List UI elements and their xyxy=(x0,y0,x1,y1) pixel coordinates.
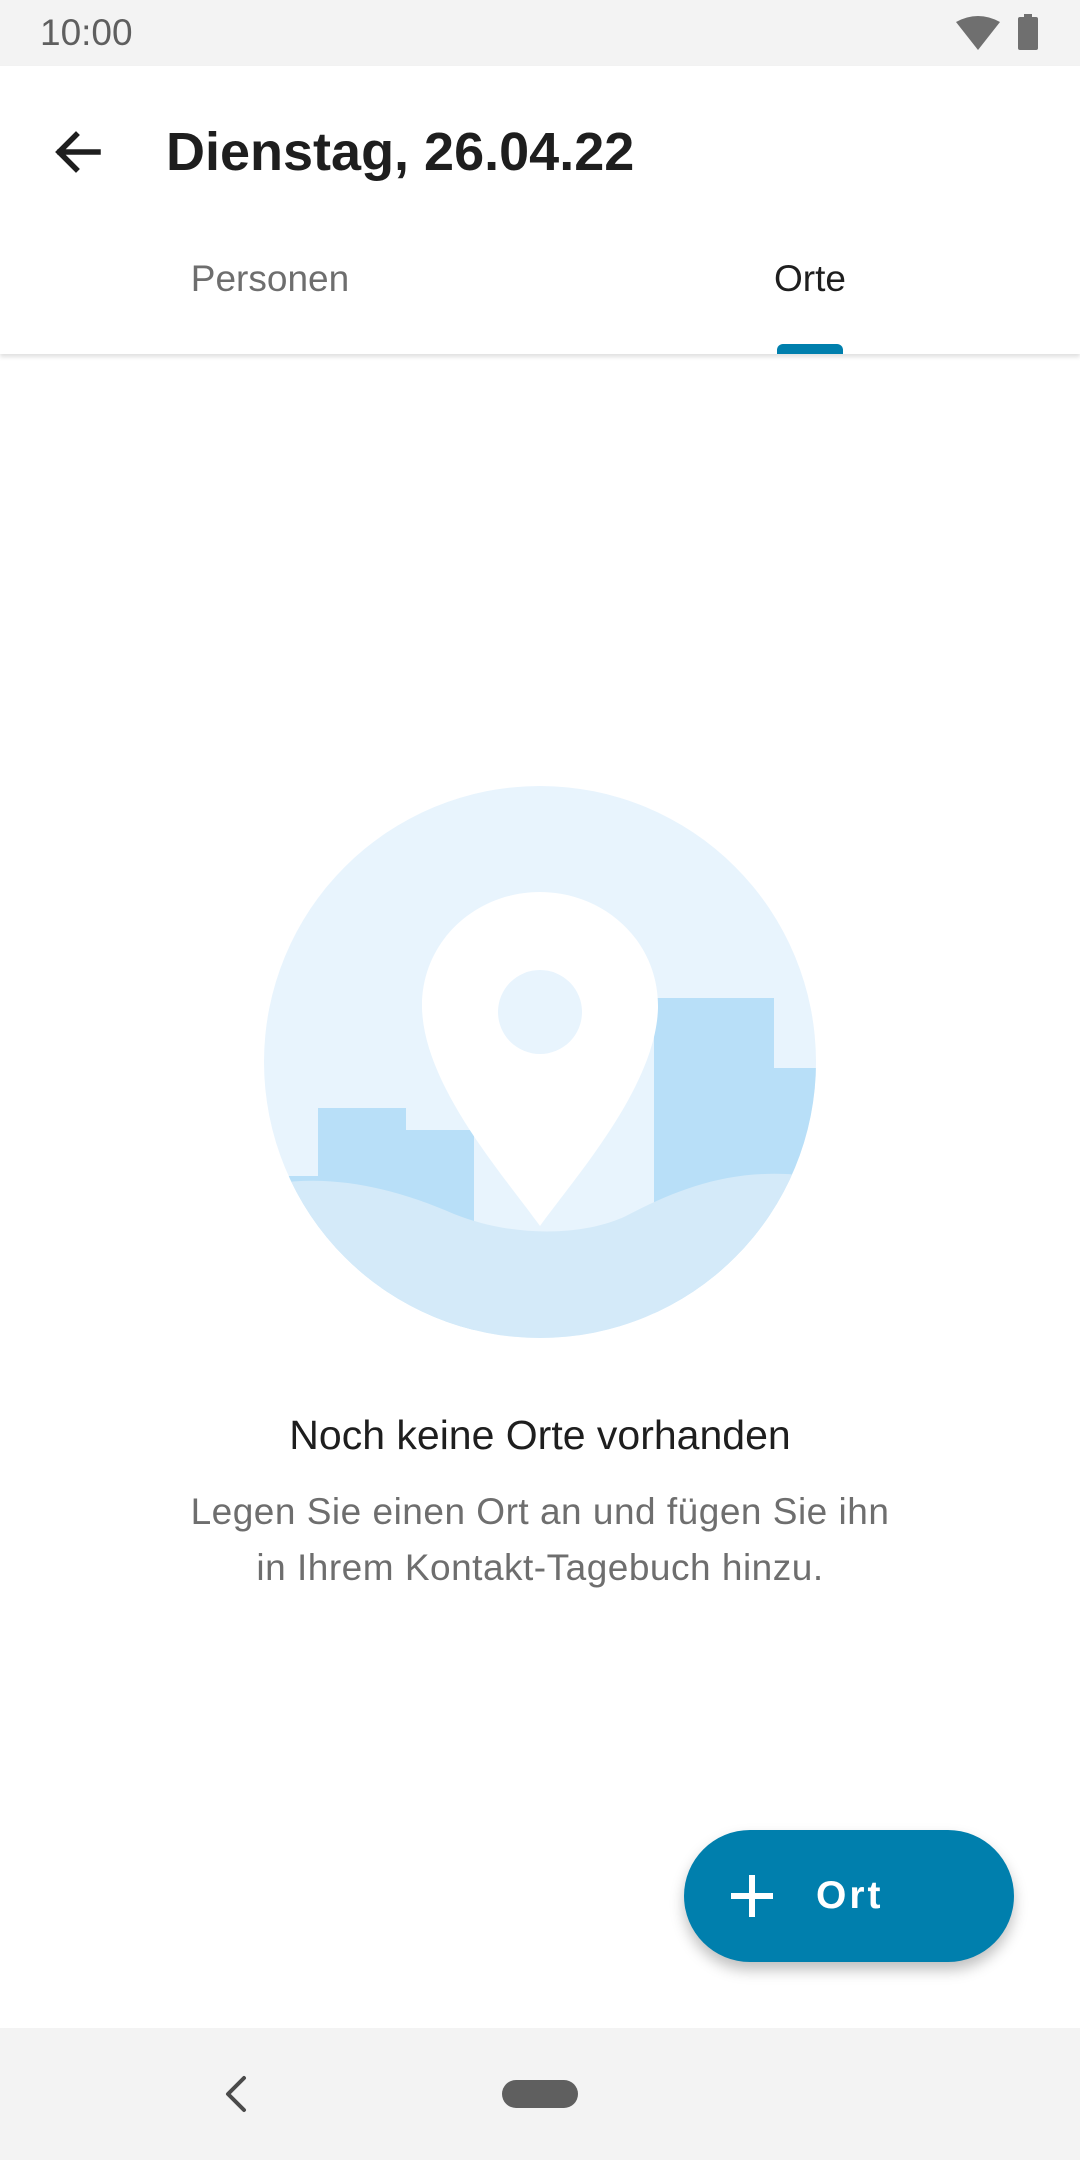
status-bar: 10:00 xyxy=(0,0,1080,66)
arrow-back-icon xyxy=(55,131,101,173)
tab-personen[interactable]: Personen xyxy=(0,254,540,354)
tab-personen-label: Personen xyxy=(190,258,350,299)
nav-home-pill[interactable] xyxy=(502,2080,578,2108)
add-place-button-label: Ort xyxy=(816,1874,884,1917)
nav-back-icon[interactable] xyxy=(216,2072,256,2116)
plus-icon xyxy=(731,1875,773,1917)
wifi-icon xyxy=(956,16,1000,50)
empty-state-description: Legen Sie einen Ort an und fügen Sie ihn… xyxy=(140,1484,940,1596)
tab-orte-label: Orte xyxy=(774,258,846,299)
page-title: Dienstag, 26.04.22 xyxy=(166,122,635,182)
selected-tab-indicator xyxy=(777,344,843,354)
tab-orte[interactable]: Orte xyxy=(540,254,1080,354)
top-app-bar: Dienstag, 26.04.22 Personen Orte xyxy=(0,66,1080,354)
system-navigation-bar xyxy=(0,2028,1080,2160)
empty-state-description-line2: in Ihrem Kontakt-Tagebuch hinzu. xyxy=(256,1547,824,1588)
battery-icon xyxy=(1018,14,1038,50)
status-time: 10:00 xyxy=(40,12,133,53)
back-button[interactable] xyxy=(38,112,118,192)
add-place-button[interactable]: Ort xyxy=(684,1830,1014,1962)
empty-state-description-line1: Legen Sie einen Ort an und fügen Sie ihn xyxy=(190,1491,890,1532)
location-pin-icon xyxy=(264,786,816,1338)
empty-state-title: Noch keine Orte vorhanden xyxy=(289,1412,791,1458)
